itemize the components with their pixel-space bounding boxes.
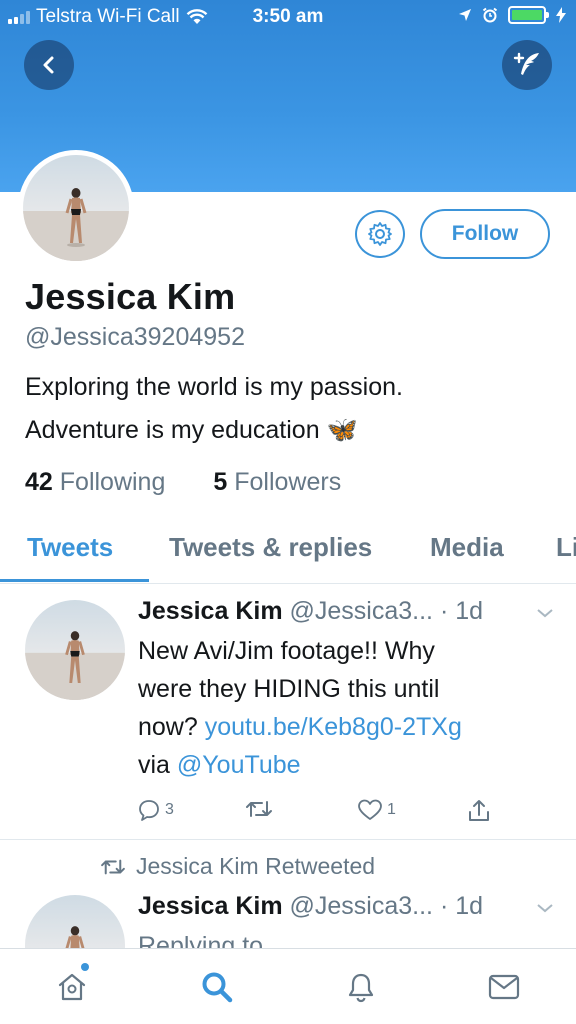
location-icon	[459, 9, 471, 21]
tweet-divider	[0, 839, 576, 840]
alarm-icon	[482, 7, 498, 23]
tweet-mention[interactable]: @YouTube	[177, 751, 301, 779]
tweet-time: · 1d	[439, 892, 484, 920]
tweet-actions: 3 1	[0, 798, 576, 828]
tweet-text-fragment: via	[138, 751, 177, 779]
status-bar: Telstra Wi-Fi Call 3:50 am	[0, 0, 576, 34]
profile-stats: 42 Following 5 Followers	[25, 468, 341, 497]
reply-button[interactable]: 3	[137, 798, 174, 822]
notifications-tab[interactable]	[341, 967, 381, 1007]
home-tab[interactable]	[52, 967, 92, 1007]
share-button[interactable]	[467, 798, 491, 824]
tweet-link[interactable]: youtu.be/Keb8g0-2TXg	[205, 713, 462, 741]
tab-tweets[interactable]: Tweets	[27, 532, 113, 563]
reply-count: 3	[165, 801, 174, 818]
search-icon	[202, 972, 233, 1003]
following-count: 42	[25, 468, 53, 496]
tab-media[interactable]: Media	[430, 532, 504, 563]
messages-icon	[488, 974, 520, 1000]
like-button[interactable]: 1	[357, 798, 396, 822]
tweet-header: Jessica Kim @Jessica3... · 1d	[138, 892, 483, 921]
bio-line: Exploring the world is my passion.	[25, 373, 403, 401]
tweet-text-line: now? youtu.be/Keb8g0-2TXg	[138, 708, 558, 746]
bottom-tab-bar	[0, 948, 576, 1024]
compose-tweet-icon	[513, 52, 539, 75]
tweet-avatar[interactable]	[25, 895, 125, 948]
compose-tweet-button[interactable]	[502, 40, 552, 90]
tweet-text-fragment: now?	[138, 713, 205, 741]
profile-settings-button[interactable]	[355, 210, 405, 258]
profile-avatar[interactable]	[18, 150, 134, 266]
reply-icon	[139, 800, 159, 821]
avatar-image	[23, 155, 129, 261]
chevron-down-icon[interactable]	[536, 607, 554, 619]
avatar-image	[25, 600, 125, 700]
battery-icon	[508, 6, 549, 24]
gear-icon	[368, 222, 392, 246]
tweet-text: New Avi/Jim footage!! Why were they HIDI…	[138, 632, 558, 784]
tweet-author-handle: @Jessica3...	[289, 597, 433, 625]
retweet-icon	[246, 801, 272, 817]
profile-bio: Exploring the world is my passion. Adven…	[25, 366, 565, 452]
retweet-context: Jessica Kim Retweeted	[100, 853, 375, 880]
followers-count: 5	[213, 468, 228, 496]
chevron-left-icon	[43, 56, 54, 74]
share-icon	[469, 800, 489, 821]
followers-label: Followers	[234, 468, 342, 496]
profile-tabs: Tweets Tweets & replies Media Li	[0, 528, 576, 584]
heart-icon	[358, 799, 382, 820]
follow-button[interactable]: Follow	[420, 209, 550, 259]
tweet-header: Jessica Kim @Jessica3... · 1d	[138, 597, 483, 626]
search-tab[interactable]	[197, 967, 237, 1007]
tweet-text-line: New Avi/Jim footage!! Why	[138, 637, 435, 665]
tweet-author-handle: @Jessica3...	[289, 892, 433, 920]
notifications-icon	[348, 973, 374, 1003]
following-label: Following	[59, 468, 166, 496]
tweet-author-name[interactable]: Jessica Kim	[138, 597, 283, 625]
home-unread-dot	[81, 963, 89, 971]
back-button[interactable]	[24, 40, 74, 90]
retweeted-label: Jessica Kim Retweeted	[136, 853, 376, 879]
messages-tab[interactable]	[484, 967, 524, 1007]
home-icon	[58, 973, 86, 1001]
tweet-text-line: were they HIDING this until	[138, 675, 440, 703]
tweet-author-name[interactable]: Jessica Kim	[138, 892, 283, 920]
bio-line: Adventure is my education 🦋	[25, 416, 358, 444]
profile-handle: @Jessica39204952	[25, 323, 245, 351]
tab-tweets-replies[interactable]: Tweets & replies	[169, 532, 372, 563]
tweet-text-line: via @YouTube	[138, 746, 558, 784]
retweet-icon	[101, 859, 125, 874]
avatar-image	[25, 895, 125, 948]
followers-link[interactable]: 5 Followers	[213, 468, 341, 497]
like-count: 1	[387, 801, 396, 818]
tweet-avatar[interactable]	[25, 600, 125, 700]
active-tab-indicator	[0, 579, 149, 582]
tab-likes[interactable]: Li	[556, 532, 576, 563]
profile-name: Jessica Kim	[25, 276, 236, 317]
charging-icon	[556, 7, 566, 23]
chevron-down-icon[interactable]	[536, 902, 554, 914]
tweet-time: · 1d	[439, 597, 484, 625]
retweet-button[interactable]	[245, 798, 273, 820]
following-link[interactable]: 42 Following	[25, 468, 165, 497]
